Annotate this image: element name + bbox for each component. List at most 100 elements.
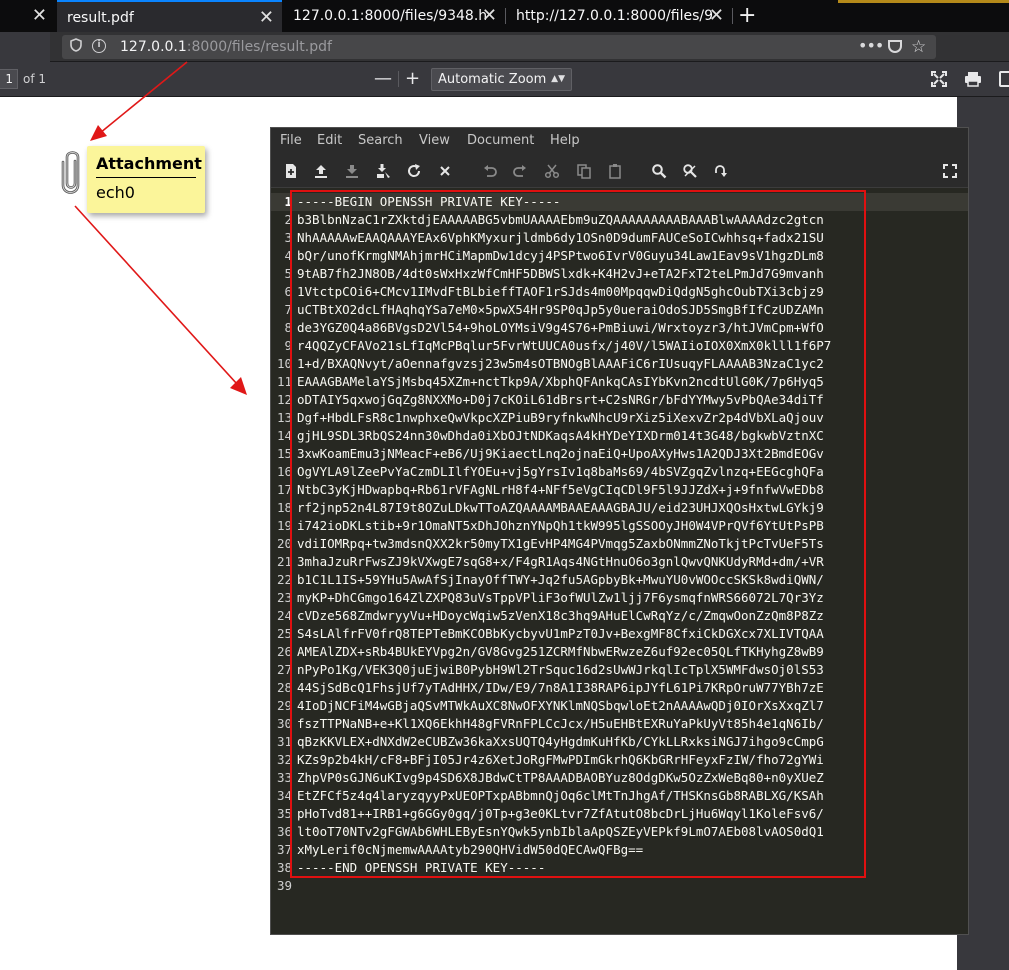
- code-line[interactable]: 1+d/BXAQNvyt/aOennafgvzsj23w5m4sOTBNOgBl…: [297, 355, 824, 373]
- code-line[interactable]: NtbC3yKjHDwapbq+Rb61rVFAgNLrH8f4+NFf5eVg…: [297, 481, 824, 499]
- menu-edit[interactable]: Edit: [317, 128, 342, 154]
- paperclip-icon[interactable]: [58, 149, 84, 197]
- tab-strip: ✕ result.pdf ✕ 127.0.0.1:8000/files/9348…: [0, 0, 1009, 32]
- code-line[interactable]: oDTAIY5qxwojGqZg8NXXMo+D0j7cKOiL61dBrsrt…: [297, 391, 824, 409]
- tab-label: http://127.0.0.1:8000/files/9: [516, 8, 713, 24]
- code-lines[interactable]: -----BEGIN OPENSSH PRIVATE KEY----- b3Blb…: [297, 189, 967, 934]
- code-line[interactable]: fszTTPNaNB+e+Kl1XQ6EkhH48gFVRnFPLCcJcx/H…: [297, 715, 824, 733]
- code-line[interactable]: lt0oT70NTv2gFGWAb6WHLEByEsnYQwk5ynbIblaA…: [297, 823, 824, 841]
- code-line[interactable]: -----END OPENSSH PRIVATE KEY-----: [297, 859, 545, 877]
- code-line[interactable]: OgVYLA9lZeePvYaCzmDLIlfYOEu+vj5gYrsIv1q8…: [297, 463, 824, 481]
- tab-close-icon[interactable]: ✕: [709, 0, 724, 32]
- code-line[interactable]: vdiIOMRpq+tw3mdsnQXX2kr50myTX1gEvHP4MG4P…: [297, 535, 824, 553]
- line-number: 12: [276, 392, 292, 407]
- code-line[interactable]: pHoTvd81++IRB1+g6GGy0gq/j0Tp+g3e0KLtvr7Z…: [297, 805, 824, 823]
- code-line[interactable]: S4sLAlfrFV0frQ8TEPTeBmKCOBbKycbyvU1mPzT0…: [297, 625, 824, 643]
- url-text[interactable]: 127.0.0.1:8000/files/result.pdf: [120, 35, 332, 59]
- code-editor[interactable]: 1 2 3 4 5 6 7 8 9 10 11 12 13 14 15 16 17 18 19 20 21 22 23 24 2…: [271, 189, 968, 934]
- pocket-icon[interactable]: [888, 40, 902, 53]
- code-line[interactable]: b1C1L1IS+59YHu5AwAfSjInayOffTWY+Jq2fu5AG…: [297, 571, 824, 589]
- find-replace-icon[interactable]: [682, 163, 698, 179]
- code-line[interactable]: EtZFCf5z4q4laryzqyyPxUEOPTxpABbmnQjOq6cl…: [297, 787, 824, 805]
- code-line[interactable]: myKP+DhCGmgo164ZlZXPQ83uVsTppVPliF3ofWUl…: [297, 589, 824, 607]
- bookmark-star-icon[interactable]: ☆: [911, 35, 926, 59]
- tab-close-icon[interactable]: ✕: [482, 0, 497, 32]
- tab-untitled[interactable]: ✕: [0, 0, 57, 32]
- tab-close-icon[interactable]: ✕: [32, 0, 47, 32]
- tab-label: 127.0.0.1:8000/files/9348.h: [293, 8, 488, 24]
- back-button[interactable]: [0, 32, 50, 62]
- code-line[interactable]: NhAAAAAwEAAQAAAYEAx6VphKMyxurjldmb6dy1OS…: [297, 229, 824, 247]
- tab-result-pdf[interactable]: result.pdf ✕: [57, 0, 282, 32]
- redo-icon[interactable]: [512, 163, 528, 179]
- code-line[interactable]: KZs9p2b4kH/cF8+BFjI05Jr4z6XetJoRgFMwPDIm…: [297, 751, 824, 769]
- menu-file[interactable]: File: [280, 128, 302, 154]
- navigation-bar: i 127.0.0.1:8000/files/result.pdf ••• ☆: [0, 32, 1009, 62]
- code-line[interactable]: qBzKKVLEX+dNXdW2eCUBZw36kaXxsUQTQ4yHgdmK…: [297, 733, 824, 751]
- tab-files-url[interactable]: http://127.0.0.1:8000/files/9 ✕: [506, 0, 732, 32]
- tab-files-html[interactable]: 127.0.0.1:8000/files/9348.h ✕: [283, 0, 505, 32]
- site-info-icon[interactable]: i: [92, 39, 106, 53]
- close-icon[interactable]: [437, 163, 453, 179]
- code-line[interactable]: b3BlbnNzaC1rZXktdjEAAAAABG5vbmUAAAAEbm9u…: [297, 211, 824, 229]
- undo-icon[interactable]: [482, 163, 498, 179]
- zoom-out-button[interactable]: —: [374, 68, 392, 90]
- code-line[interactable]: r4QQZyCFAVo21sLfIqMcPBqlur5FvrWtUUCA0usf…: [297, 337, 831, 355]
- code-line[interactable]: rf2jnp52n4L87I9t8OZuLDkwTToAZQAAAAMBAAEA…: [297, 499, 824, 517]
- menu-search[interactable]: Search: [358, 128, 403, 154]
- menu-help[interactable]: Help: [550, 128, 580, 154]
- code-line[interactable]: EAAAGBAMelaYSjMsbq45XZm+nctTkp9A/XbphQFA…: [297, 373, 824, 391]
- page-number-input[interactable]: 1: [0, 69, 18, 89]
- menu-view[interactable]: View: [419, 128, 450, 154]
- code-line[interactable]: Dgf+HbdLFsR8c1nwphxeQwVkpcXZPiuB9ryfnkwN…: [297, 409, 824, 427]
- code-line[interactable]: nPyPo1Kg/VEK3Q0juEjwiB0PybH9Wl2TrSquc16d…: [297, 661, 824, 679]
- download-icon[interactable]: [999, 71, 1009, 87]
- code-line[interactable]: ZhpVP0sGJN6uKIvg9p4SD6X8JBdwCtTP8AAADBAO…: [297, 769, 824, 787]
- code-line[interactable]: uCTBtXO2dcLfHAqhqYSa7eM0×5pwX54Hr9SP0qJp…: [297, 301, 824, 319]
- save-icon[interactable]: [344, 163, 360, 179]
- toolbar-divider: [398, 71, 399, 87]
- save-as-icon[interactable]: [375, 163, 391, 179]
- code-line[interactable]: 44SjSdBcQ1FhsjUf7yTAdHHX/IDw/E9/7n8A1I38…: [297, 679, 824, 697]
- open-file-icon[interactable]: [313, 163, 329, 179]
- copy-icon[interactable]: [576, 163, 592, 179]
- page-actions-icon[interactable]: •••: [858, 35, 884, 57]
- code-line[interactable]: 3mhaJzuRrFwsZJ9kVXwgE7sqG8+x/F4gR1Aqs4NG…: [297, 553, 824, 571]
- code-line[interactable]: cVDze568ZmdwryyVu+HDoycWqiw5zVenX18c3hq9…: [297, 607, 824, 625]
- menu-document[interactable]: Document: [467, 128, 534, 154]
- line-number: 16: [276, 464, 292, 479]
- line-number: 22: [276, 572, 292, 587]
- new-file-icon[interactable]: [283, 163, 299, 179]
- code-line[interactable]: 4IoDjNCFiM4wGBjaQSvMTWkAuXC8NwOFXYNKlmNQ…: [297, 697, 824, 715]
- print-icon[interactable]: [964, 71, 982, 87]
- presentation-mode-icon[interactable]: [931, 71, 947, 87]
- zoom-in-button[interactable]: +: [405, 68, 420, 90]
- new-tab-button[interactable]: +: [738, 0, 756, 32]
- fullscreen-icon[interactable]: [942, 163, 958, 179]
- url-bar[interactable]: i 127.0.0.1:8000/files/result.pdf ••• ☆: [62, 35, 936, 59]
- code-line[interactable]: gjHL9SDL3RbQS24nn30wDhda0iXbOJtNDKaqsA4k…: [297, 427, 824, 445]
- code-line[interactable]: bQr/unofKrmgNMAhjmrHCiMapmDw1dcyj4PSPtwo…: [297, 247, 824, 265]
- line-number: 18: [276, 500, 292, 515]
- code-line[interactable]: xMyLerif0cNjmemwAAAAtyb290QHVidW50dQECAw…: [297, 841, 643, 859]
- code-line[interactable]: i742ioDKLstib+9r1OmaNT5xDhJOhznYNpQh1tkW…: [297, 517, 824, 535]
- code-line[interactable]: 9tAB7fh2JN8OB/4dt0sWxHxzWfCmHF5DBWSlxdk+…: [297, 265, 824, 283]
- line-number: 37: [276, 842, 292, 857]
- code-line[interactable]: de3YGZ0Q4a86BVgsD2Vl54+9hoLOYMsiV9g4S76+…: [297, 319, 824, 337]
- line-number: 27: [276, 662, 292, 677]
- paste-icon[interactable]: [607, 163, 623, 179]
- code-line[interactable]: 3xwKoamEmu3jNMeacF+eB6/Uj9KiaectLnq2ojna…: [297, 445, 824, 463]
- reload-icon[interactable]: [406, 163, 422, 179]
- goto-line-icon[interactable]: [713, 163, 729, 179]
- tab-close-icon[interactable]: ✕: [259, 2, 274, 32]
- line-number: 10: [276, 356, 292, 371]
- code-line[interactable]: 1VtctpCOi6+CMcv1IMvdFtBLbieffTAOF1rSJds4…: [297, 283, 824, 301]
- cut-icon[interactable]: [544, 163, 560, 179]
- code-line[interactable]: AMEAlZDX+sRb4BUkEYVpg2n/GV8Gvg251ZCRMfNb…: [297, 643, 824, 661]
- code-line[interactable]: -----BEGIN OPENSSH PRIVATE KEY-----: [297, 193, 560, 211]
- zoom-select[interactable]: Automatic Zoom ▲▼: [431, 68, 572, 91]
- find-icon[interactable]: [651, 163, 667, 179]
- line-number: 30: [276, 716, 292, 731]
- tracking-shield-icon[interactable]: [70, 38, 82, 56]
- line-number-gutter: 1 2 3 4 5 6 7 8 9 10 11 12 13 14 15 16 17 18 19 20 21 22 23 24 2…: [271, 189, 293, 934]
